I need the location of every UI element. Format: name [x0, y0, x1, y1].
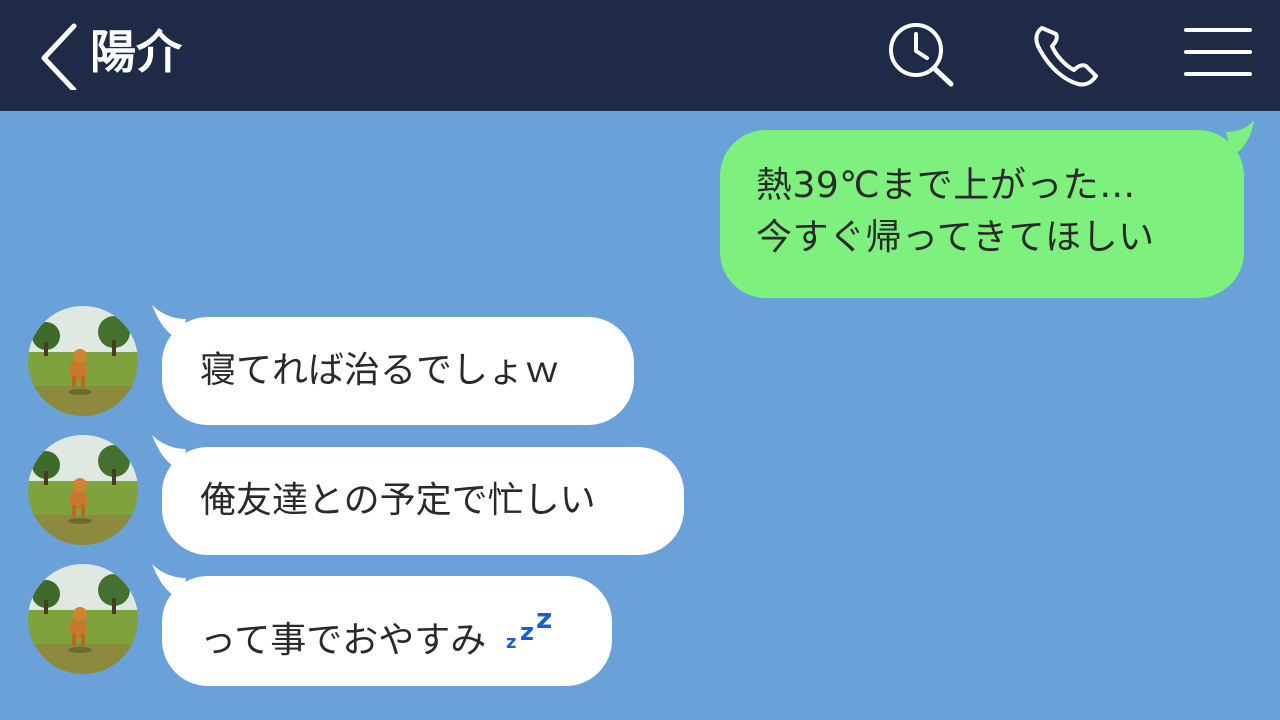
search-button[interactable]	[884, 20, 960, 90]
menu-button[interactable]	[1182, 24, 1254, 80]
bubble-tail	[152, 305, 186, 341]
shiba-dog-field-avatar	[28, 435, 138, 545]
bubble-tail	[1226, 120, 1254, 156]
chat-header: 陽介	[0, 0, 1280, 111]
received-message-bubble[interactable]: 寝てれば治るでしょｗ	[152, 305, 634, 425]
contact-name-title: 陽介	[90, 25, 182, 79]
contact-avatar[interactable]	[28, 564, 138, 674]
svg-text:z: z	[536, 604, 552, 635]
svg-text:z: z	[520, 618, 534, 646]
contact-avatar[interactable]	[28, 306, 138, 416]
phone-icon	[1034, 26, 1098, 87]
clock-search-icon	[889, 23, 954, 87]
message-text: 俺友達との予定で忙しい	[200, 480, 596, 521]
sleeping-zzz-icon: z z z	[506, 604, 552, 652]
message-text-line: 今すぐ帰ってきてほしい	[756, 217, 1155, 258]
call-button[interactable]	[1026, 18, 1106, 90]
shiba-dog-field-avatar	[28, 564, 138, 674]
received-message-bubble[interactable]: って事でおやすみ z z z	[152, 564, 612, 686]
svg-text:z: z	[506, 632, 516, 652]
bubble-tail	[152, 435, 186, 471]
received-message-bubble[interactable]: 俺友達との予定で忙しい	[152, 435, 684, 555]
message-text-line: 熱39℃まで上がった…	[756, 165, 1136, 206]
back-button[interactable]	[36, 20, 86, 93]
message-text: って事でおやすみ	[200, 620, 487, 661]
chat-area: 熱39℃まで上がった… 今すぐ帰ってきてほしい 寝てれば治るでしょｗ 俺友達との…	[0, 111, 1280, 720]
contact-avatar[interactable]	[28, 435, 138, 545]
shiba-dog-field-avatar	[28, 306, 138, 416]
message-text: 寝てれば治るでしょｗ	[200, 350, 561, 391]
sent-message-bubble[interactable]: 熱39℃まで上がった… 今すぐ帰ってきてほしい	[720, 120, 1254, 298]
bubble-tail	[152, 564, 186, 600]
chevron-left-icon	[41, 23, 77, 93]
hamburger-menu-icon	[1184, 28, 1252, 76]
